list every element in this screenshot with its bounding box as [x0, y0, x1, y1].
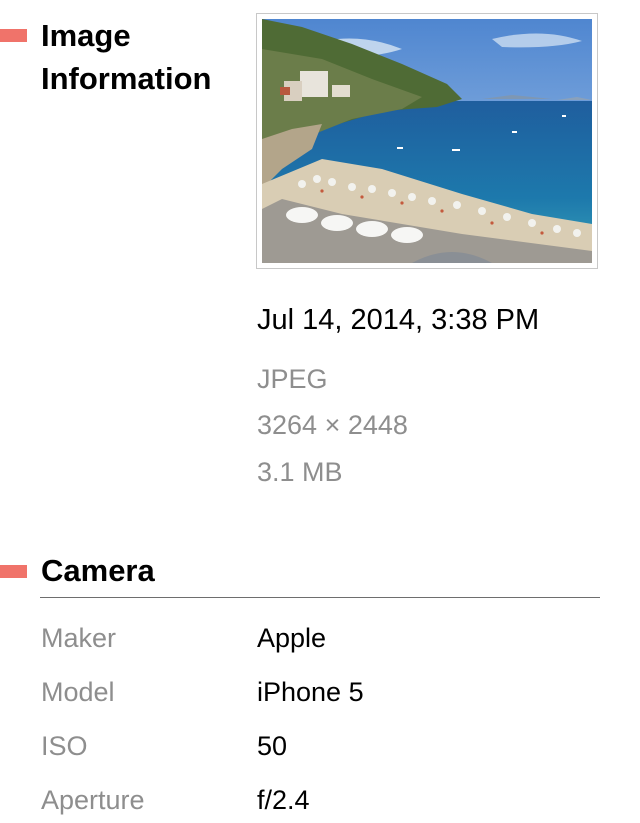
maker-value: Apple	[257, 623, 327, 653]
section-marker	[0, 29, 27, 42]
maker-label: Maker	[41, 623, 117, 653]
image-info-title: Image Information	[41, 18, 212, 96]
iso-label: ISO	[41, 731, 88, 761]
model-label: Model	[41, 677, 115, 707]
section-marker	[0, 565, 27, 578]
model-value: iPhone 5	[257, 677, 364, 707]
image-info-panel: Image Information Jul 14, 2014, 3:38 PM …	[0, 0, 640, 823]
photo-thumbnail-image	[262, 19, 592, 263]
file-format: JPEG	[257, 364, 328, 394]
photo-thumbnail[interactable]	[256, 13, 598, 269]
file-size: 3.1 MB	[257, 457, 343, 487]
aperture-value: f/2.4	[257, 785, 310, 815]
camera-title: Camera	[41, 553, 155, 588]
aperture-label: Aperture	[41, 785, 145, 815]
image-dimensions: 3264 × 2448	[257, 410, 408, 440]
section-divider	[40, 597, 600, 598]
iso-value: 50	[257, 731, 288, 761]
capture-date: Jul 14, 2014, 3:38 PM	[257, 304, 540, 336]
